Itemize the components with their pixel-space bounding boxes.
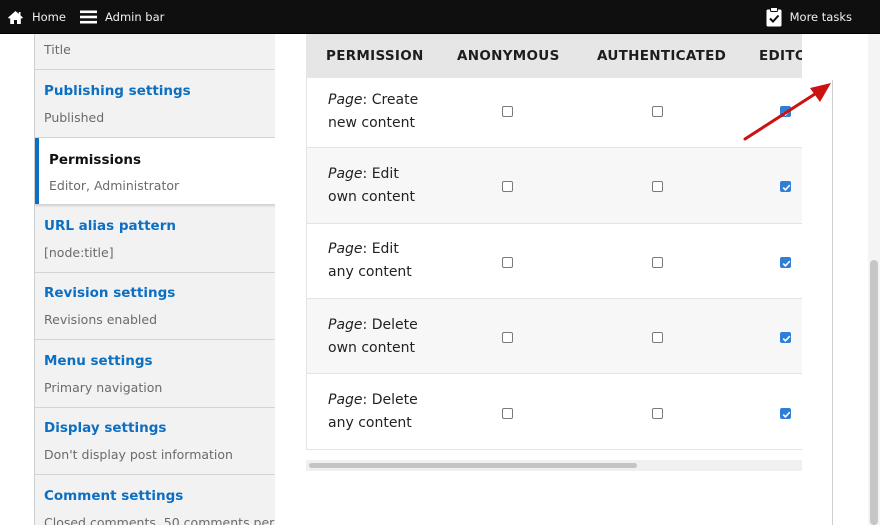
page-vertical-scrollbar[interactable] — [868, 34, 880, 525]
anonymous-checkbox[interactable] — [502, 408, 513, 419]
table-row: Page: Edit any content — [306, 224, 802, 299]
permission-label: Page: Edit own content — [328, 163, 438, 209]
authenticated-checkbox[interactable] — [652, 106, 663, 117]
vertical-tabs: Title Publishing settings Published Perm… — [34, 34, 275, 525]
anonymous-checkbox[interactable] — [502, 332, 513, 343]
anonymous-checkbox[interactable] — [502, 181, 513, 192]
editor-checkbox[interactable] — [780, 332, 791, 343]
scrollbar-thumb[interactable] — [309, 463, 637, 468]
vertical-tab-label[interactable]: Comment settings — [44, 488, 183, 504]
authenticated-checkbox[interactable] — [652, 181, 663, 192]
clipboard-check-icon — [766, 7, 782, 27]
permission-action: : Create — [362, 92, 419, 108]
scrollbar-thumb[interactable] — [870, 260, 878, 525]
admin-toolbar: Home Admin bar More tasks — [0, 0, 880, 34]
home-link[interactable]: Home — [7, 0, 66, 34]
table-header: PERMISSION ANONYMOUS AUTHENTICATED EDITO… — [306, 34, 802, 78]
table-row: Page: Delete any content — [306, 374, 802, 450]
vertical-tab-summary: Primary navigation — [44, 380, 163, 395]
vertical-tab-label[interactable]: Permissions — [49, 152, 141, 168]
vertical-tab-permissions[interactable]: Permissions Editor, Administrator — [35, 138, 275, 205]
editor-checkbox[interactable] — [780, 408, 791, 419]
vertical-tab-url-alias-pattern[interactable]: URL alias pattern [node:title] — [35, 205, 275, 273]
vertical-tab-summary: Editor, Administrator — [49, 178, 180, 193]
permission-target: own content — [328, 189, 415, 205]
anonymous-checkbox[interactable] — [502, 257, 513, 268]
vertical-tab-comment-settings[interactable]: Comment settings Closed comments, 50 com… — [35, 475, 275, 525]
column-header-permission: PERMISSION — [326, 48, 424, 64]
vertical-tab-publishing-settings[interactable]: Publishing settings Published — [35, 70, 275, 138]
checkmark-icon — [782, 411, 791, 418]
more-tasks-button[interactable]: More tasks — [766, 0, 852, 34]
vertical-tab-menu-settings[interactable]: Menu settings Primary navigation — [35, 340, 275, 408]
permission-label: Page: Delete any content — [328, 389, 438, 435]
permission-type: Page — [328, 92, 363, 108]
vertical-tab-summary: Published — [44, 110, 105, 125]
admin-bar-label: Admin bar — [105, 10, 165, 24]
permission-type: Page — [328, 317, 363, 333]
vertical-tab-revision-settings[interactable]: Revision settings Revisions enabled — [35, 273, 275, 340]
authenticated-checkbox[interactable] — [652, 408, 663, 419]
column-header-editor: EDITOR — [759, 48, 802, 64]
column-header-authenticated: AUTHENTICATED — [597, 48, 727, 64]
hamburger-icon — [80, 10, 97, 24]
permission-target: own content — [328, 340, 415, 356]
vertical-tab-summary: Title — [44, 42, 71, 57]
permission-label: Page: Create new content — [328, 89, 438, 135]
permission-action: : Delete — [362, 317, 418, 333]
vertical-tab-label[interactable]: URL alias pattern — [44, 218, 176, 234]
vertical-tab-summary: [node:title] — [44, 245, 114, 260]
permission-target: new content — [328, 115, 415, 131]
vertical-tab-label[interactable]: Display settings — [44, 420, 166, 436]
column-header-anonymous: ANONYMOUS — [457, 48, 560, 64]
permission-action: : Edit — [362, 241, 399, 257]
vertical-tab-label[interactable]: Menu settings — [44, 353, 153, 369]
pane-divider — [832, 80, 833, 525]
vertical-tab-summary: Revisions enabled — [44, 312, 158, 327]
vertical-tab-title[interactable]: Title — [35, 34, 275, 70]
table-row: Page: Delete own content — [306, 299, 802, 374]
annotation-arrow-icon — [743, 83, 831, 141]
permission-label: Page: Delete own content — [328, 314, 438, 360]
vertical-tab-summary: Closed comments, 50 comments per — [44, 515, 275, 525]
admin-bar-toggle[interactable]: Admin bar — [80, 0, 164, 34]
home-label: Home — [32, 10, 66, 24]
permissions-table: PERMISSION ANONYMOUS AUTHENTICATED EDITO… — [306, 34, 802, 450]
checkmark-icon — [782, 335, 791, 342]
table-horizontal-scrollbar[interactable] — [306, 460, 802, 471]
vertical-tab-label[interactable]: Publishing settings — [44, 83, 191, 99]
vertical-tab-label[interactable]: Revision settings — [44, 285, 175, 301]
vertical-tab-summary: Don't display post information — [44, 447, 233, 462]
editor-checkbox[interactable] — [780, 257, 791, 268]
home-icon — [8, 10, 23, 24]
permission-type: Page — [328, 166, 363, 182]
checkmark-icon — [782, 184, 791, 191]
table-row: Page: Create new content — [306, 78, 802, 148]
permission-type: Page — [328, 241, 363, 257]
permission-action: : Edit — [362, 166, 399, 182]
anonymous-checkbox[interactable] — [502, 106, 513, 117]
editor-checkbox[interactable] — [780, 181, 791, 192]
vertical-tab-display-settings[interactable]: Display settings Don't display post info… — [35, 408, 275, 475]
permission-type: Page — [328, 392, 363, 408]
permission-target: any content — [328, 415, 412, 431]
permission-target: any content — [328, 264, 412, 280]
permission-action: : Delete — [362, 392, 418, 408]
permission-label: Page: Edit any content — [328, 238, 438, 284]
more-tasks-label: More tasks — [789, 10, 852, 24]
checkmark-icon — [782, 260, 791, 267]
authenticated-checkbox[interactable] — [652, 257, 663, 268]
authenticated-checkbox[interactable] — [652, 332, 663, 343]
table-row: Page: Edit own content — [306, 148, 802, 224]
